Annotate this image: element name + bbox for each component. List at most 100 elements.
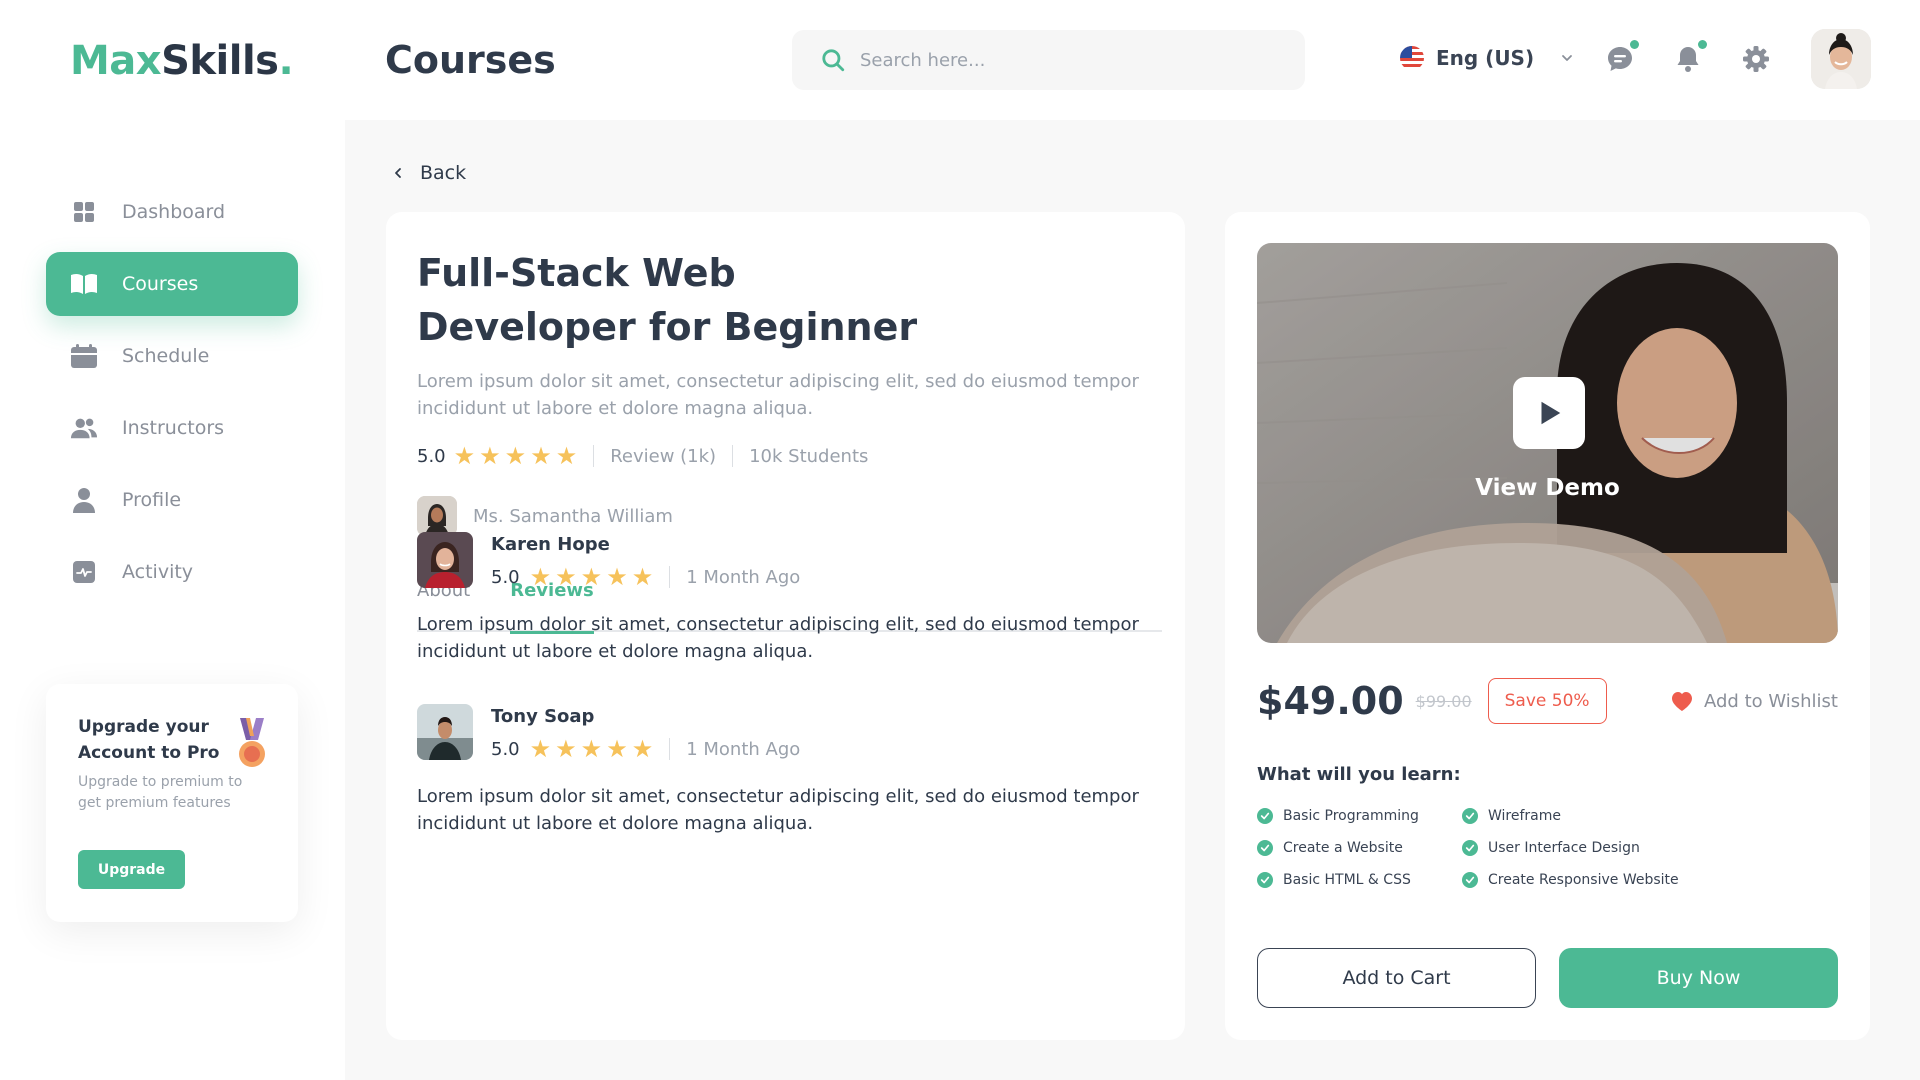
calendar-icon <box>70 342 98 370</box>
language-selector[interactable]: Eng (US) <box>1400 46 1574 70</box>
divider <box>732 445 734 467</box>
add-to-cart-button[interactable]: Add to Cart <box>1257 948 1536 1008</box>
sidebar-item-label: Instructors <box>122 417 225 439</box>
learn-item-label: Create Responsive Website <box>1488 872 1679 888</box>
settings-button[interactable] <box>1741 44 1771 74</box>
star-icon: ★ <box>555 735 577 763</box>
learn-item: Create a Website <box>1257 840 1462 856</box>
star-icon: ★ <box>529 563 552 591</box>
upgrade-title: Upgrade your Account to Pro <box>78 717 220 763</box>
review-item: Karen Hope 5.0 ★ ★ ★ ★ ★ 1 Month Ago Lorem i… <box>417 532 1162 665</box>
review-header: Karen Hope 5.0 ★ ★ ★ ★ ★ 1 Month Ago <box>417 532 1162 589</box>
star-icon: ★ <box>504 442 527 470</box>
star-icon: ★ <box>631 563 654 591</box>
upgrade-description: Upgrade to premium to get premium featur… <box>78 774 243 811</box>
book-icon <box>70 270 98 298</box>
user-avatar[interactable] <box>1811 29 1871 89</box>
gear-icon <box>1743 46 1769 72</box>
search-bar[interactable] <box>792 30 1305 90</box>
learn-list: Basic Programming Wireframe Create a Web… <box>1257 808 1722 888</box>
medal-icon <box>239 718 265 767</box>
sidebar-item-schedule[interactable]: Schedule <box>46 324 298 388</box>
review-text: Lorem ipsum dolor sit amet, consectetur … <box>417 614 1139 662</box>
sidebar-item-label: Schedule <box>122 345 210 367</box>
messages-button[interactable] <box>1605 40 1639 74</box>
user-avatar-image <box>1811 29 1871 89</box>
notifications-button[interactable] <box>1673 40 1707 74</box>
current-price: $49.00 <box>1257 679 1404 723</box>
users-icon <box>70 414 98 442</box>
sidebar-item-dashboard[interactable]: Dashboard <box>46 180 298 244</box>
review-rating-row: 5.0 ★ ★ ★ ★ ★ 1 Month Ago <box>491 737 800 761</box>
original-price: $99.00 <box>1415 691 1472 711</box>
learn-item-label: Basic HTML & CSS <box>1283 872 1411 888</box>
back-link[interactable]: Back <box>392 162 466 184</box>
star-rating: ★ ★ ★ ★ ★ <box>530 565 654 589</box>
divider <box>593 445 595 467</box>
review-header: Tony Soap 5.0 ★ ★ ★ ★ ★ 1 Month Ago <box>417 704 1162 761</box>
learn-item: Create Responsive Website <box>1462 872 1722 888</box>
buy-now-button[interactable]: Buy Now <box>1559 948 1838 1008</box>
demo-video[interactable]: View Demo <box>1257 243 1838 643</box>
brand-logo[interactable]: MaxSkills. <box>70 38 294 84</box>
view-demo-label: View Demo <box>1475 475 1620 501</box>
search-input[interactable] <box>860 49 1260 71</box>
check-icon <box>1462 808 1478 824</box>
wishlist-label: Add to Wishlist <box>1704 690 1838 712</box>
sidebar-item-activity[interactable]: Activity <box>46 540 298 604</box>
play-icon <box>1541 401 1561 425</box>
star-icon: ★ <box>580 735 603 763</box>
review-item: Tony Soap 5.0 ★ ★ ★ ★ ★ 1 Month Ago Lorem ip… <box>417 704 1162 837</box>
learn-item-label: Basic Programming <box>1283 808 1419 824</box>
upgrade-button[interactable]: Upgrade <box>78 850 185 889</box>
star-icon: ★ <box>555 563 577 591</box>
chevron-left-icon <box>395 168 401 178</box>
sidebar-item-courses[interactable]: Courses <box>46 252 298 316</box>
user-icon <box>70 486 98 514</box>
star-icon: ★ <box>555 442 578 470</box>
rating-score: 5.0 <box>417 445 446 467</box>
check-icon <box>1257 872 1273 888</box>
sidebar-item-label: Profile <box>122 489 182 511</box>
language-label: Eng (US) <box>1436 46 1535 70</box>
add-to-wishlist-button[interactable]: Add to Wishlist <box>1670 690 1838 712</box>
upgrade-card: Upgrade your Account to Pro Upgrade to p… <box>46 684 298 922</box>
purchase-card: View Demo $49.00 $99.00 Save 50% Add to … <box>1225 212 1870 1040</box>
review-time: 1 Month Ago <box>686 566 801 588</box>
sidebar-item-instructors[interactable]: Instructors <box>46 396 298 460</box>
check-icon <box>1257 840 1273 856</box>
instructor-info[interactable]: Ms. Samantha William <box>417 496 673 536</box>
divider <box>669 738 671 760</box>
star-icon: ★ <box>529 735 552 763</box>
reviewer-name: Karen Hope <box>491 534 610 555</box>
activity-icon <box>70 558 98 586</box>
chat-icon <box>1608 47 1632 71</box>
reviewer-avatar <box>417 704 473 760</box>
sidebar-item-label: Dashboard <box>122 201 226 223</box>
heart-icon <box>1672 692 1692 711</box>
star-icon: ★ <box>606 563 628 591</box>
review-rating-row: 5.0 ★ ★ ★ ★ ★ 1 Month Ago <box>491 565 800 589</box>
divider <box>669 566 671 588</box>
learn-item: Wireframe <box>1462 808 1722 824</box>
sidebar-item-profile[interactable]: Profile <box>46 468 298 532</box>
review-score: 5.0 <box>491 566 520 588</box>
star-rating: ★ ★ ★ ★ ★ <box>454 444 578 468</box>
reviewer-name: Tony Soap <box>491 706 595 727</box>
dashboard-icon <box>70 198 98 226</box>
check-icon <box>1462 872 1478 888</box>
course-details-card: Full-Stack Web Developer for Beginner Lo… <box>386 212 1185 1040</box>
review-count[interactable]: Review (1k) <box>610 446 716 467</box>
chevron-down-icon <box>1562 55 1573 61</box>
star-icon: ★ <box>580 563 603 591</box>
instructor-avatar <box>417 496 457 536</box>
sidebar-item-label: Activity <box>122 561 194 583</box>
learn-item-label: Wireframe <box>1488 808 1562 824</box>
learn-item: Basic Programming <box>1257 808 1462 824</box>
learn-item-label: User Interface Design <box>1488 840 1640 856</box>
learn-item: Basic HTML & CSS <box>1257 872 1462 888</box>
review-meta: Tony Soap 5.0 ★ ★ ★ ★ ★ 1 Month Ago <box>491 704 800 761</box>
play-button[interactable] <box>1513 377 1585 449</box>
instructor-name: Ms. Samantha William <box>473 505 673 527</box>
course-title: Full-Stack Web Developer for Beginner <box>417 251 918 349</box>
